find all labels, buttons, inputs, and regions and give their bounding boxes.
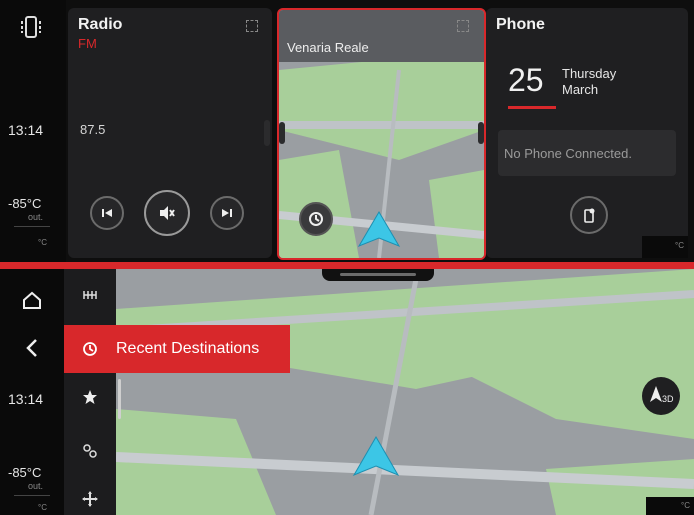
position-arrow-icon	[352, 436, 400, 477]
bottom-screen: 13:14 -85°C out. °C Recent Destinations …	[0, 269, 694, 515]
corner-unit: °C	[675, 241, 684, 250]
top-screen: 13:14 -85°C out. °C Radio FM 87.5 Venari…	[0, 0, 694, 262]
radio-title: Radio	[78, 16, 123, 33]
compass-3d-button[interactable]: 3D	[642, 377, 680, 415]
add-phone-icon[interactable]	[570, 196, 608, 234]
screen-divider	[0, 262, 694, 269]
status-corner: °C	[642, 236, 688, 258]
back-icon[interactable]	[6, 331, 58, 365]
corner-unit: °C	[681, 501, 690, 510]
phone-panel[interactable]: Phone 25 Thursday March No Phone Connect…	[486, 8, 688, 258]
top-sidebar: 13:14 -85°C out. °C	[0, 0, 66, 262]
compass-icon	[650, 386, 662, 402]
outside-temperature: -85°C	[8, 196, 42, 211]
temperature-unit: °C	[38, 503, 47, 512]
previous-icon[interactable]	[90, 196, 124, 230]
drag-handle[interactable]	[340, 273, 416, 276]
divider	[14, 226, 50, 227]
recent-destinations-button[interactable]: Recent Destinations	[64, 325, 290, 373]
pin-route-icon[interactable]	[64, 429, 116, 473]
mute-icon[interactable]	[144, 190, 190, 236]
date-underline	[508, 106, 556, 109]
navigation-panel[interactable]: Venaria Reale	[277, 8, 486, 260]
history-icon	[64, 341, 116, 357]
nav-location: Venaria Reale	[287, 40, 369, 55]
clock: 13:14	[8, 391, 44, 407]
panel-handle[interactable]	[279, 122, 285, 144]
bottom-sidebar: 13:14 -85°C out. °C	[0, 269, 64, 515]
home-icon[interactable]	[6, 283, 58, 317]
next-icon[interactable]	[210, 196, 244, 230]
outside-temperature: -85°C	[8, 465, 42, 480]
temperature-unit: °C	[38, 238, 47, 247]
nav-menu-column	[64, 269, 121, 515]
star-icon[interactable]	[64, 375, 116, 419]
phone-status-box: No Phone Connected.	[498, 130, 676, 176]
map-view[interactable]	[116, 269, 694, 515]
date-day: 25	[508, 62, 544, 98]
status-corner: °C	[646, 497, 694, 515]
phone-status: No Phone Connected.	[504, 146, 632, 161]
temperature-sub: out.	[28, 212, 44, 222]
radio-panel[interactable]: Radio FM 87.5	[68, 8, 272, 258]
route-icon[interactable]	[64, 273, 116, 317]
temperature-sub: out.	[28, 481, 44, 491]
menu-scrollbar[interactable]	[118, 379, 121, 419]
radio-band: FM	[78, 36, 97, 51]
compass-label: 3D	[662, 394, 674, 404]
date-month: March	[562, 82, 599, 97]
expand-icon[interactable]	[246, 20, 258, 32]
history-icon[interactable]	[299, 202, 333, 236]
recent-destinations-label: Recent Destinations	[116, 340, 260, 357]
panel-handle[interactable]	[478, 122, 484, 144]
move-icon[interactable]	[64, 477, 116, 515]
expand-icon[interactable]	[457, 20, 469, 32]
panel-handle[interactable]	[264, 120, 270, 146]
phone-mirror-icon[interactable]	[18, 14, 44, 40]
phone-title: Phone	[496, 16, 545, 33]
divider	[14, 495, 50, 496]
clock: 13:14	[8, 122, 44, 138]
radio-frequency: 87.5	[80, 122, 106, 137]
date-weekday: Thursday	[562, 66, 617, 81]
position-arrow-icon	[357, 211, 401, 248]
